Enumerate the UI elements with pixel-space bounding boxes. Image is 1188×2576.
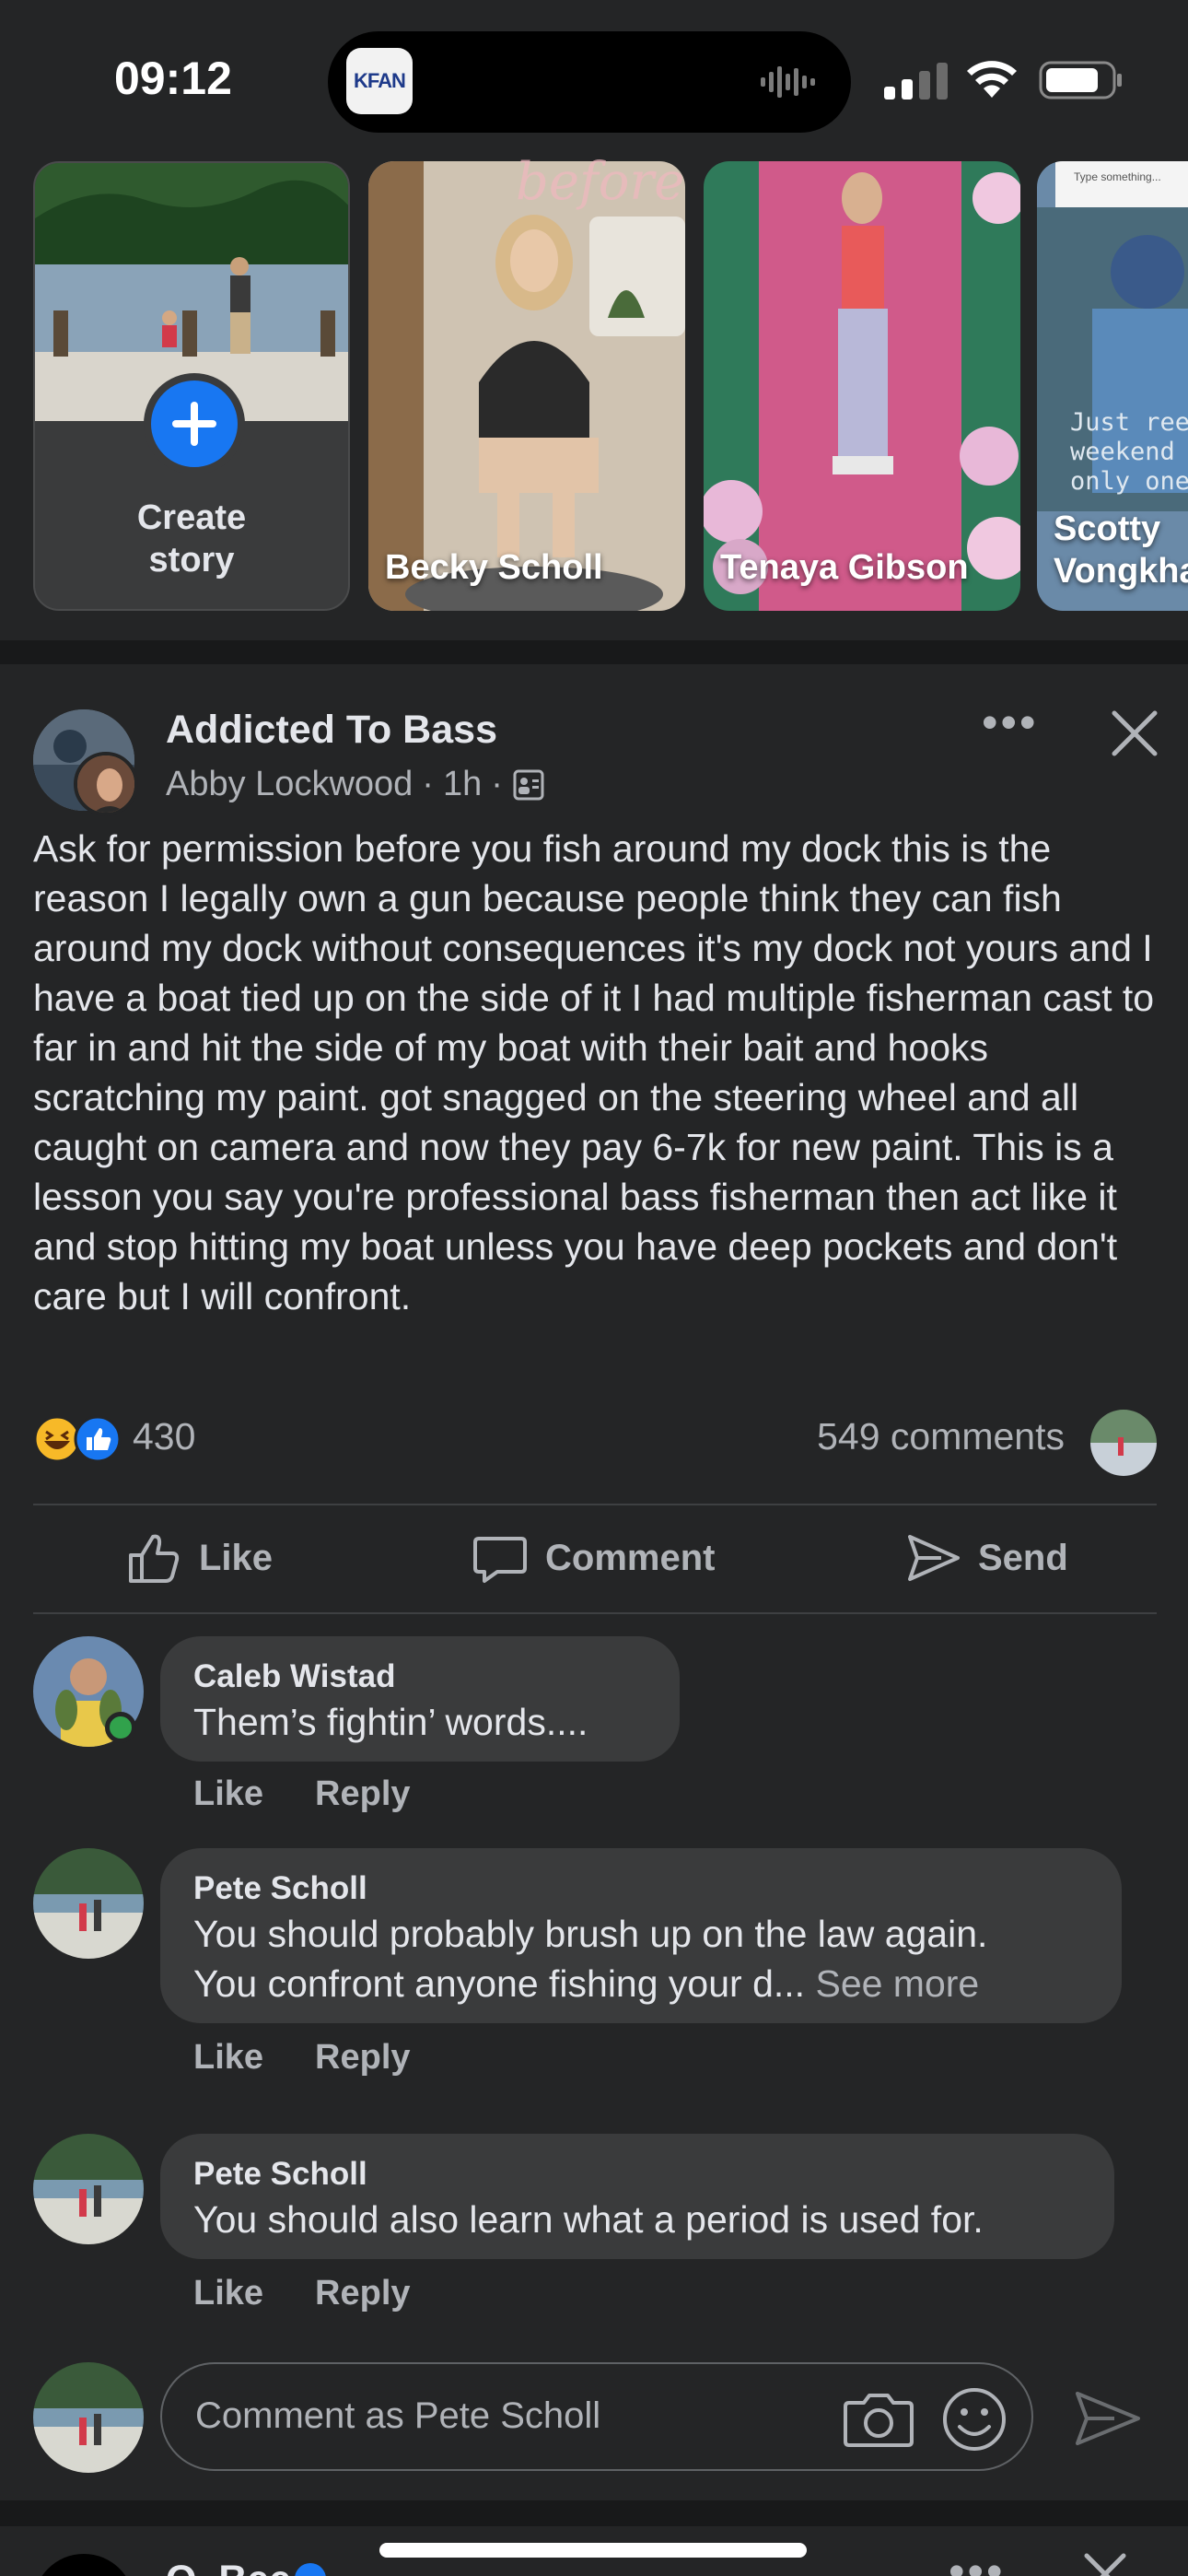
stories-tray[interactable]: Create story Becky Scholl Tenaya Gibson … bbox=[0, 152, 1188, 640]
story-card-tenaya-gibson[interactable]: Tenaya Gibson bbox=[704, 161, 1020, 611]
story-name-line1: Scotty bbox=[1054, 509, 1161, 548]
create-story-label: Create story bbox=[35, 497, 348, 581]
comment-bubble[interactable]: Pete Scholl You should also learn what a… bbox=[160, 2134, 1114, 2259]
meta-separator: · bbox=[422, 765, 434, 803]
section-divider bbox=[0, 2500, 1188, 2526]
author-avatar[interactable] bbox=[74, 752, 138, 816]
commenter-avatar[interactable] bbox=[33, 1848, 144, 1959]
comment-reply-button[interactable]: Reply bbox=[315, 1774, 410, 1814]
comment-bubble[interactable]: Caleb Wistad Them’s fightin’ words.... bbox=[160, 1636, 680, 1762]
comment-author[interactable]: Caleb Wistad bbox=[193, 1657, 646, 1697]
create-story-label-line2: story bbox=[148, 541, 235, 580]
reaction-icons[interactable] bbox=[33, 1415, 125, 1463]
see-more-link[interactable]: See more bbox=[815, 1962, 979, 2005]
verified-badge-icon bbox=[295, 2563, 326, 2576]
comment-label: Comment bbox=[545, 1537, 716, 1578]
comment-author[interactable]: Pete Scholl bbox=[193, 2154, 1081, 2195]
like-label: Like bbox=[199, 1537, 274, 1578]
story-name-line2: Vongkha bbox=[1054, 552, 1188, 591]
comment-count[interactable]: 549 comments bbox=[817, 1415, 1065, 1458]
story-card-scotty-vongkha[interactable]: Type something... Just reel weekend only… bbox=[1037, 161, 1188, 611]
kfan-app-label: KFAN bbox=[354, 69, 406, 92]
post-body: Ask for permission before you fish aroun… bbox=[33, 827, 1155, 1317]
comment-actions: Like Reply bbox=[193, 2274, 411, 2313]
post-meta: Abby Lockwood · 1h · bbox=[166, 765, 545, 804]
camera-icon[interactable] bbox=[844, 2388, 914, 2449]
cellular-signal-icon bbox=[884, 63, 948, 100]
reactions-bar[interactable]: 430 549 comments bbox=[33, 1410, 1157, 1476]
comment-reply-button[interactable]: Reply bbox=[315, 2038, 410, 2078]
comment-text-line2: You confront anyone fishing your d... Se… bbox=[193, 1959, 1089, 2008]
next-post-name[interactable]: O. Bee bbox=[166, 2558, 291, 2576]
comment-text: Them’s fightin’ words.... bbox=[193, 1701, 588, 1743]
group-name[interactable]: Addicted To Bass bbox=[166, 708, 497, 753]
commenter-avatar[interactable] bbox=[33, 2134, 144, 2244]
story-overlay-caption: Just reel weekend only one bbox=[1070, 408, 1188, 496]
comment-icon bbox=[473, 1537, 527, 1583]
create-story-card[interactable]: Create story bbox=[33, 161, 350, 611]
story-overlay-text: Type something... bbox=[1074, 170, 1161, 183]
post-actions: Like Comment Send bbox=[33, 1507, 1157, 1609]
post-author[interactable]: Abby Lockwood bbox=[166, 765, 413, 804]
emoji-icon[interactable] bbox=[941, 2386, 1007, 2453]
comment-text: You should also learn what a period is u… bbox=[193, 2198, 984, 2241]
story-name: Tenaya Gibson bbox=[720, 548, 969, 587]
comment-author[interactable]: Pete Scholl bbox=[193, 1868, 1089, 1909]
comment-text-truncated: You confront anyone fishing your d... bbox=[193, 1962, 806, 2005]
divider bbox=[33, 1504, 1157, 1505]
comment-input-placeholder: Comment as Pete Scholl bbox=[195, 2395, 601, 2436]
comment-like-button[interactable]: Like bbox=[193, 2038, 263, 2078]
close-icon[interactable] bbox=[1077, 2547, 1133, 2576]
meta-separator: · bbox=[491, 765, 503, 803]
story-card-becky-scholl[interactable]: Becky Scholl bbox=[368, 161, 685, 611]
divider bbox=[33, 1612, 1157, 1614]
comment-input[interactable]: Comment as Pete Scholl bbox=[160, 2362, 1033, 2471]
commenter-avatar bbox=[1090, 1410, 1157, 1476]
plus-icon bbox=[172, 402, 216, 446]
thumbs-up-icon bbox=[129, 1534, 180, 1583]
story-overlay-script: before bbox=[516, 152, 685, 212]
story-name: Scotty Vongkha bbox=[1054, 508, 1188, 592]
comment-bubble[interactable]: Pete Scholl You should probably brush up… bbox=[160, 1848, 1122, 2023]
send-comment-icon[interactable] bbox=[1074, 2388, 1142, 2449]
comment-like-button[interactable]: Like bbox=[193, 2274, 263, 2313]
kfan-app-icon[interactable]: KFAN bbox=[346, 48, 413, 114]
post-more-options-icon[interactable]: ••• bbox=[982, 699, 1046, 750]
send-icon bbox=[908, 1535, 960, 1581]
wifi-icon bbox=[967, 61, 1017, 98]
comment-like-button[interactable]: Like bbox=[193, 1774, 263, 1814]
waveform-icon bbox=[761, 66, 815, 98]
story-thumbnail bbox=[704, 161, 1020, 611]
group-members-icon bbox=[513, 769, 544, 800]
create-story-plus-button[interactable] bbox=[144, 373, 245, 474]
comment-reply-button[interactable]: Reply bbox=[315, 2274, 410, 2313]
comment-button[interactable]: Comment bbox=[472, 1526, 715, 1590]
comment-actions: Like Reply bbox=[193, 1774, 411, 1814]
close-icon[interactable] bbox=[1101, 700, 1168, 767]
post-header: Addicted To Bass Abby Lockwood · 1h · ••… bbox=[33, 699, 1158, 820]
create-story-label-line1: Create bbox=[136, 498, 247, 537]
battery-icon bbox=[1039, 61, 1122, 100]
post-time[interactable]: 1h bbox=[443, 765, 482, 804]
comment-text-line1: You should probably brush up on the law … bbox=[193, 1913, 988, 1955]
haha-icon bbox=[33, 1415, 81, 1463]
status-bar: 09:12 KFAN bbox=[0, 0, 1188, 161]
online-status-indicator bbox=[105, 1712, 136, 1743]
story-name: Becky Scholl bbox=[385, 548, 603, 587]
like-button[interactable]: Like bbox=[125, 1526, 273, 1590]
story-thumbnail bbox=[368, 161, 685, 611]
reaction-count[interactable]: 430 bbox=[133, 1415, 195, 1458]
next-post-more-options-icon[interactable]: ••• bbox=[949, 2545, 1006, 2576]
dynamic-island[interactable]: KFAN bbox=[328, 31, 851, 133]
section-divider bbox=[0, 640, 1188, 664]
next-post-avatar[interactable] bbox=[33, 2554, 134, 2576]
current-user-avatar bbox=[33, 2362, 144, 2473]
send-button[interactable]: Send bbox=[904, 1526, 1068, 1590]
status-time: 09:12 bbox=[114, 53, 232, 104]
comment-actions: Like Reply bbox=[193, 2038, 411, 2078]
home-indicator[interactable] bbox=[379, 2543, 807, 2558]
send-label: Send bbox=[978, 1537, 1068, 1578]
